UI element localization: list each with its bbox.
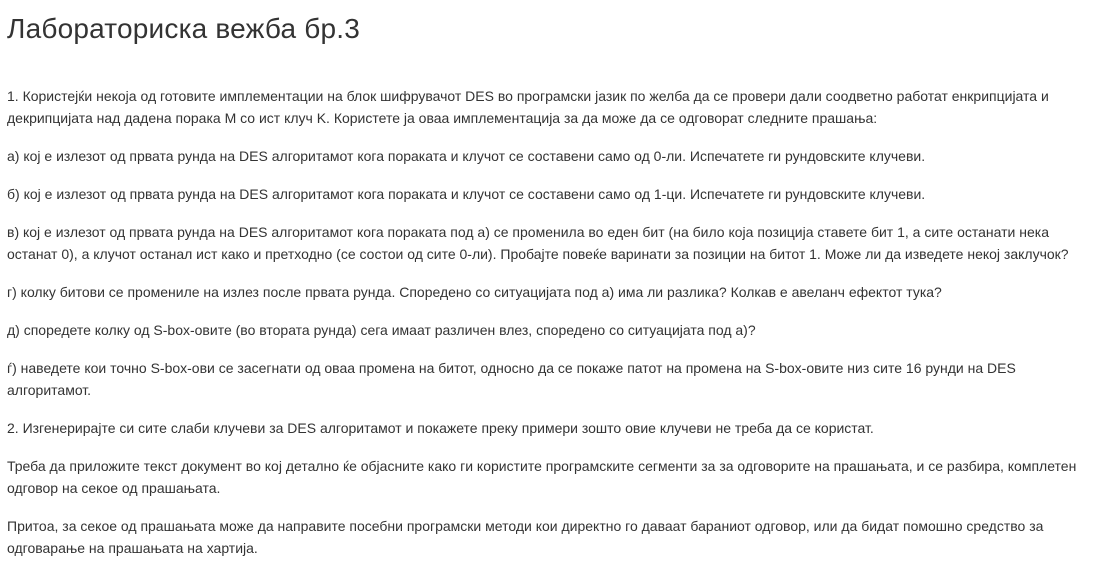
paragraph-task-1g: г) колку битови се промениле на излез по… [7, 284, 942, 300]
paragraph-task-1gj: ѓ) наведете кои точно S-box-ови се засег… [7, 360, 1016, 398]
paragraph-task-1b: б) кој е излезот од првата рунда на DES … [7, 186, 926, 202]
paragraph-task-2: 2. Изгенерирајте си сите слаби клучеви з… [7, 420, 874, 436]
paragraph-task-1a: а) кој е излезот од првата рунда на DES … [7, 148, 926, 164]
document-body: 1. Користејќи некоја од готовите имплеме… [7, 85, 1085, 559]
paragraph-task-1d: д) споредете колку од S-box-овите (во вт… [7, 322, 756, 338]
paragraph-methods-note: Притоа, за секое од прашањата може да на… [7, 518, 1044, 556]
paragraph-task-1v: в) кој е излезот од првата рунда на DES … [7, 224, 1069, 262]
paragraph-task-1: 1. Користејќи некоја од готовите имплеме… [7, 88, 1049, 126]
paragraph-submission-note: Треба да приложите текст документ во кој… [7, 458, 1077, 496]
lab-exercise-page: Лабораториска вежба бр.3 1. Користејќи н… [7, 0, 1085, 575]
page-title: Лабораториска вежба бр.3 [7, 13, 360, 44]
